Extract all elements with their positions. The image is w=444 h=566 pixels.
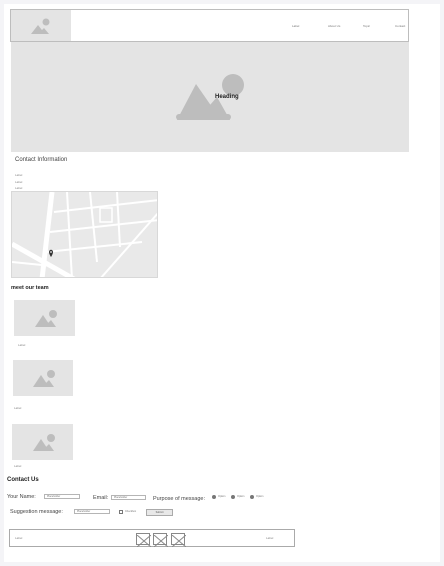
contact-form-title: Contact Us [7,477,39,483]
footer-label-left: Label [15,536,23,540]
footer-image-placeholder [153,533,169,548]
contact-info-line: Label [15,173,23,177]
purpose-label: Purpose of message: [153,496,205,502]
logo-placeholder[interactable] [11,10,71,41]
contact-info-title: Contact Information [15,157,68,163]
image-icon [31,18,50,34]
purpose-option-label: Option [256,495,264,498]
suggestion-input[interactable] [74,509,110,514]
image-icon [33,434,55,451]
hero-image-placeholder [11,42,409,152]
footer-label-right: Label [266,536,274,540]
placeholder-cross-icon [136,534,152,548]
map-graphic [12,192,157,277]
image-icon [176,74,244,120]
purpose-radio[interactable] [250,495,254,499]
checkbox[interactable] [119,510,123,514]
team-member-label: Label [14,464,22,468]
nav-item-about-us[interactable]: About Us [328,24,340,28]
contact-info-line: Label [15,180,23,184]
image-icon [33,370,55,387]
purpose-radio[interactable] [212,495,216,499]
nav-item-label[interactable]: Label [292,24,299,28]
team-section-title: meet our team [11,285,49,291]
placeholder-cross-icon [171,534,187,548]
placeholder-cross-icon [153,534,169,548]
purpose-option-label: Option [218,495,226,498]
hero-heading: Heading [215,94,239,100]
contact-info-line: Label [15,186,23,190]
team-member-label: Label [14,406,22,410]
name-input[interactable] [44,494,80,499]
location-map[interactable] [11,191,158,278]
email-label: Email: [93,495,109,501]
image-icon [35,310,57,327]
purpose-radio[interactable] [231,495,235,499]
team-member-label: Label [18,343,26,347]
nav-item-topic[interactable]: Topic [363,24,370,28]
suggestion-label: Suggestion message: [10,509,63,515]
nav-item-contact[interactable]: Contact [395,24,405,28]
team-member-photo [12,424,73,460]
team-member-photo [14,300,75,336]
checkbox-label: Checkbox [125,510,137,513]
team-member-photo [13,360,73,396]
email-input[interactable] [111,495,146,500]
purpose-option-label: Option [237,495,245,498]
name-label: Your Name: [7,494,36,500]
footer-image-placeholder [136,533,152,548]
submit-button[interactable]: Submit [146,509,173,516]
footer-image-placeholder [171,533,187,548]
footer-bar [9,529,295,547]
